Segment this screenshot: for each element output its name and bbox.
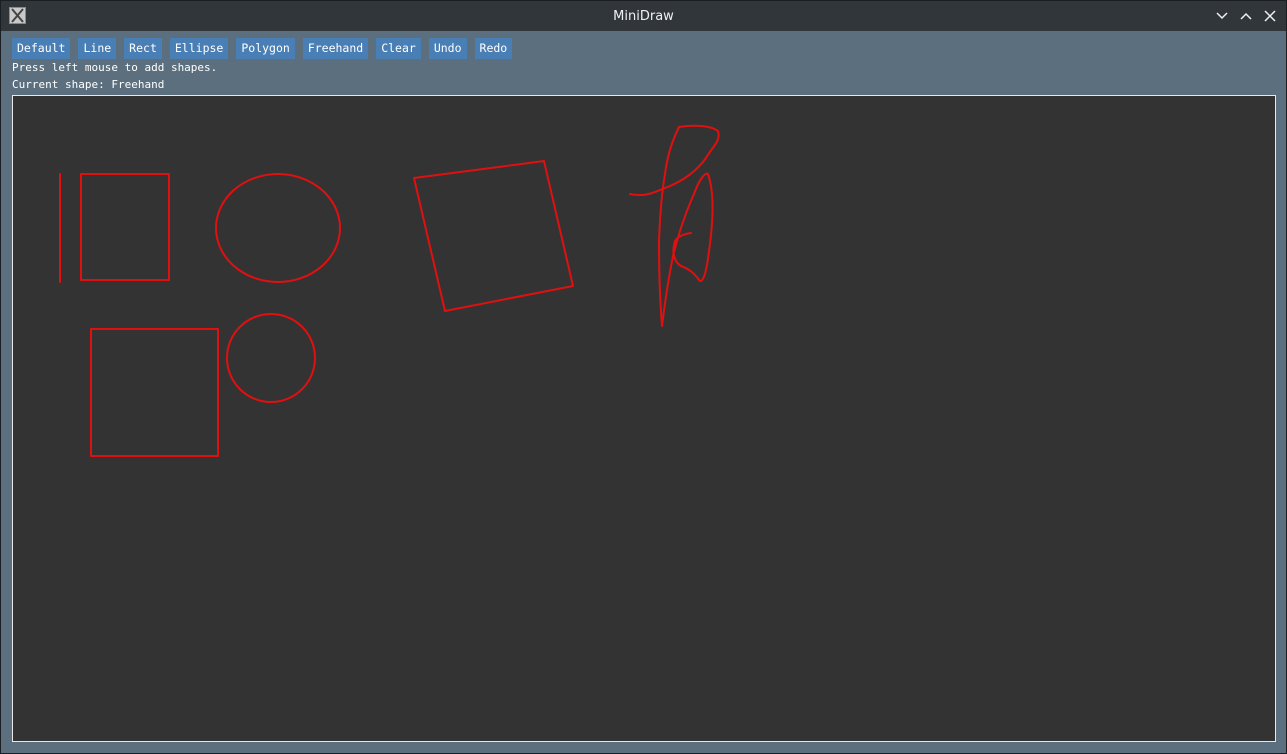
ellipse-shape [215, 173, 341, 283]
minimize-button[interactable] [1214, 8, 1230, 24]
ellipse-button[interactable]: Ellipse [169, 38, 229, 59]
close-button[interactable] [1262, 8, 1278, 24]
line-button[interactable]: Line [78, 38, 117, 59]
rect-shape [80, 173, 170, 281]
canvas-drawing [59, 124, 720, 457]
undo-button[interactable]: Undo [428, 38, 467, 59]
control-panel: Default Line Rect Ellipse Polygon Freehand Cle… [1, 31, 1286, 95]
drawing-canvas[interactable] [12, 95, 1276, 742]
freehand-button[interactable]: Freehand [302, 38, 369, 59]
close-icon [1264, 10, 1276, 22]
chevron-up-icon [1240, 12, 1252, 20]
hint-text: Press left mouse to add shapes. [12, 61, 218, 74]
clear-button[interactable]: Clear [376, 38, 421, 59]
rect-shape-2 [90, 328, 219, 457]
maximize-button[interactable] [1238, 8, 1254, 24]
polygon-button[interactable]: Polygon [236, 38, 295, 59]
rect-button[interactable]: Rect [124, 38, 162, 59]
freehand-shape [629, 124, 720, 327]
polygon-shape [413, 160, 574, 312]
redo-button[interactable]: Redo [474, 38, 513, 59]
title-bar[interactable]: MiniDraw [1, 1, 1286, 31]
shape-toolbar: Default Line Rect Ellipse Polygon Freehand Cle… [12, 38, 520, 59]
current-shape-text: Current shape: Freehand [12, 78, 165, 91]
default-button[interactable]: Default [12, 38, 71, 59]
circle-shape [226, 313, 316, 403]
chevron-down-icon [1216, 12, 1228, 20]
app-window: MiniDraw Default Line Rect Ellipse Polygon Fr… [0, 0, 1287, 754]
window-title: MiniDraw [613, 9, 674, 24]
